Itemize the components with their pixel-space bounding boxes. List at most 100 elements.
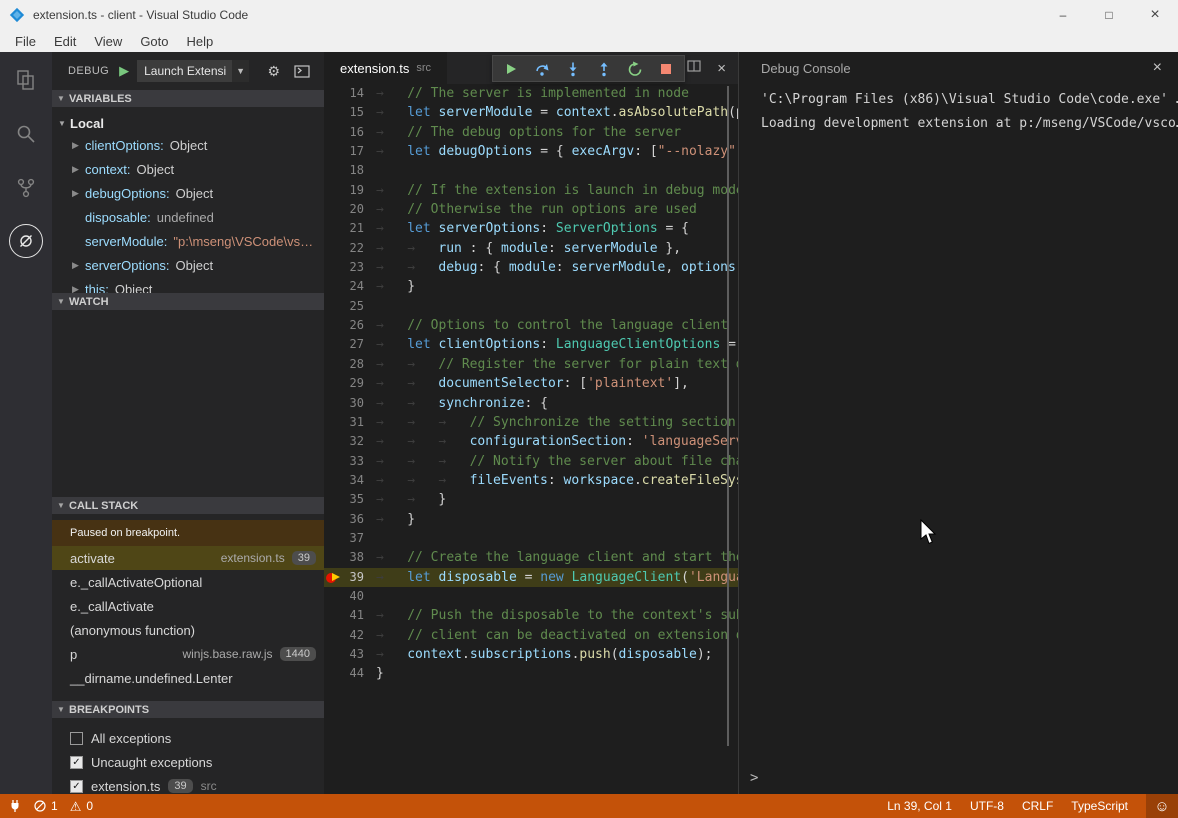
checkbox[interactable]: ✓ <box>70 756 83 769</box>
checkbox[interactable]: ✓ <box>70 780 83 793</box>
code-line[interactable]: 30→→synchronize: { <box>324 394 738 413</box>
breakpoint-glyph[interactable] <box>324 568 340 587</box>
breakpoints-section-header[interactable]: ▼ BREAKPOINTS <box>52 701 324 718</box>
token: disposable <box>619 647 697 662</box>
git-icon[interactable] <box>12 174 40 202</box>
code-line[interactable]: 24→} <box>324 277 738 296</box>
variable-row[interactable]: ▶debugOptions:Object <box>52 181 324 205</box>
code-line[interactable]: 25 <box>324 297 738 316</box>
tab-whitespace-icon: → <box>438 452 469 471</box>
debug-icon[interactable] <box>9 224 43 258</box>
close-editor-icon[interactable]: × <box>717 60 726 77</box>
code-line[interactable]: 31→→→// Synchronize the setting section <box>324 413 738 432</box>
console-line: 'C:\Program Files (x86)\Visual Studio Co… <box>761 88 1178 112</box>
configure-gear-icon[interactable]: ⚙ <box>267 63 280 80</box>
code-line[interactable]: 42→// client can be deactivated on exten… <box>324 626 738 645</box>
code-line[interactable]: 22→→run : { module: serverModule }, <box>324 239 738 258</box>
variable-row[interactable]: ▶this:Object <box>52 277 324 293</box>
code-line[interactable]: 14→// The server is implemented in node <box>324 84 738 103</box>
variable-row[interactable]: serverModule:"p:\mseng\VSCode\vs… <box>52 229 324 253</box>
code-line[interactable]: 38→// Create the language client and sta… <box>324 548 738 567</box>
encoding-indicator[interactable]: UTF-8 <box>970 799 1004 813</box>
step-over-button[interactable] <box>534 61 550 77</box>
split-editor-icon[interactable] <box>686 58 702 79</box>
variable-row[interactable]: ▶context:Object <box>52 157 324 181</box>
open-console-icon[interactable] <box>294 65 310 78</box>
breakpoint-row[interactable]: ✓extension.ts39src <box>52 774 324 794</box>
menu-edit[interactable]: Edit <box>45 32 85 51</box>
repl-input[interactable]: > <box>739 762 1178 794</box>
menu-view[interactable]: View <box>85 32 131 51</box>
stack-frame[interactable]: __dirname.undefined.Lenter <box>52 666 324 690</box>
explorer-icon[interactable] <box>12 66 40 94</box>
code-line[interactable]: 26→// Options to control the language cl… <box>324 316 738 335</box>
code-line[interactable]: 39→let disposable = new LanguageClient('… <box>324 568 738 587</box>
code-line[interactable]: 33→→→// Notify the server about file cha <box>324 452 738 471</box>
variables-section-header[interactable]: ▼ VARIABLES <box>52 90 324 107</box>
code-line[interactable]: 17→let debugOptions = { execArgv: ["--no… <box>324 142 738 161</box>
menu-file[interactable]: File <box>6 32 45 51</box>
stack-frame[interactable]: e._callActivateOptional <box>52 570 324 594</box>
stack-frame[interactable]: activateextension.ts39 <box>52 546 324 570</box>
code-line[interactable]: 40 <box>324 587 738 606</box>
step-out-button[interactable] <box>596 61 612 77</box>
code-line[interactable]: 20→// Otherwise the run options are used <box>324 200 738 219</box>
breakpoint-row[interactable]: All exceptions <box>52 726 324 750</box>
code-line[interactable]: 19→// If the extension is launch in debu… <box>324 181 738 200</box>
warning-count[interactable]: ⚠ 0 <box>70 799 93 813</box>
code-line[interactable]: 28→→// Register the server for plain tex… <box>324 355 738 374</box>
stack-frame[interactable]: pwinjs.base.raw.js1440 <box>52 642 324 666</box>
code-line[interactable]: 32→→→configurationSection: 'languageServ <box>324 432 738 451</box>
code-line[interactable]: 34→→→fileEvents: workspace.createFileSys <box>324 471 738 490</box>
code-line[interactable]: 35→→} <box>324 490 738 509</box>
restart-button[interactable] <box>627 61 643 77</box>
start-debug-button[interactable]: ▶ <box>119 63 129 79</box>
code-line[interactable]: 18 <box>324 161 738 180</box>
code-line[interactable]: 29→→documentSelector: ['plaintext'], <box>324 374 738 393</box>
error-count[interactable]: 1 <box>34 799 58 813</box>
code-line[interactable]: 37 <box>324 529 738 548</box>
code-line[interactable]: 43→context.subscriptions.push(disposable… <box>324 645 738 664</box>
code-line[interactable]: 16→// The debug options for the server <box>324 123 738 142</box>
tab-extension-ts[interactable]: extension.ts src <box>324 52 447 84</box>
stack-frame[interactable]: (anonymous function) <box>52 618 324 642</box>
continue-button[interactable] <box>503 61 519 77</box>
debug-status-icon[interactable] <box>8 799 22 813</box>
menu-goto[interactable]: Goto <box>131 32 177 51</box>
close-button[interactable]: × <box>1132 0 1178 30</box>
checkbox[interactable] <box>70 732 83 745</box>
variable-row[interactable]: disposable:undefined <box>52 205 324 229</box>
maximize-button[interactable]: □ <box>1086 0 1132 30</box>
editor-scrollbar[interactable] <box>727 86 729 746</box>
variable-row[interactable]: ▶serverOptions:Object <box>52 253 324 277</box>
code-line[interactable]: 41→// Push the disposable to the context… <box>324 606 738 625</box>
call-stack-section-header[interactable]: ▼ CALL STACK <box>52 497 324 514</box>
code-line[interactable]: 36→} <box>324 510 738 529</box>
scope-local[interactable]: ▼ Local <box>52 113 324 133</box>
variable-row[interactable]: ▶clientOptions:Object <box>52 133 324 157</box>
tab-whitespace-icon: → <box>407 355 438 374</box>
menu-help[interactable]: Help <box>178 32 223 51</box>
language-indicator[interactable]: TypeScript <box>1071 799 1128 813</box>
breakpoint-row[interactable]: ✓Uncaught exceptions <box>52 750 324 774</box>
close-panel-icon[interactable]: × <box>1153 59 1162 77</box>
eol-indicator[interactable]: CRLF <box>1022 799 1053 813</box>
code-line[interactable]: 21→let serverOptions: ServerOptions = { <box>324 219 738 238</box>
token: : <box>626 434 642 449</box>
feedback-smiley-icon[interactable]: ☺ <box>1146 794 1178 818</box>
stack-frame[interactable]: e._callActivate <box>52 594 324 618</box>
token: // Notify the server about file cha <box>470 454 738 469</box>
stop-button[interactable] <box>658 61 674 77</box>
code-line[interactable]: 23→→debug: { module: serverModule, optio… <box>324 258 738 277</box>
code-line[interactable]: 27→let clientOptions: LanguageClientOpti… <box>324 335 738 354</box>
search-icon[interactable] <box>12 120 40 148</box>
code-editor[interactable]: 14→// The server is implemented in node1… <box>324 84 738 794</box>
minimize-button[interactable]: – <box>1040 0 1086 30</box>
step-into-button[interactable] <box>565 61 581 77</box>
code-line[interactable]: 44} <box>324 664 738 683</box>
launch-config-dropdown[interactable]: Launch Extensi ▼ <box>137 60 249 82</box>
tab-whitespace-icon: → <box>376 568 407 587</box>
watch-section-header[interactable]: ▼ WATCH <box>52 293 324 310</box>
code-line[interactable]: 15→let serverModule = context.asAbsolute… <box>324 103 738 122</box>
cursor-position[interactable]: Ln 39, Col 1 <box>887 799 952 813</box>
